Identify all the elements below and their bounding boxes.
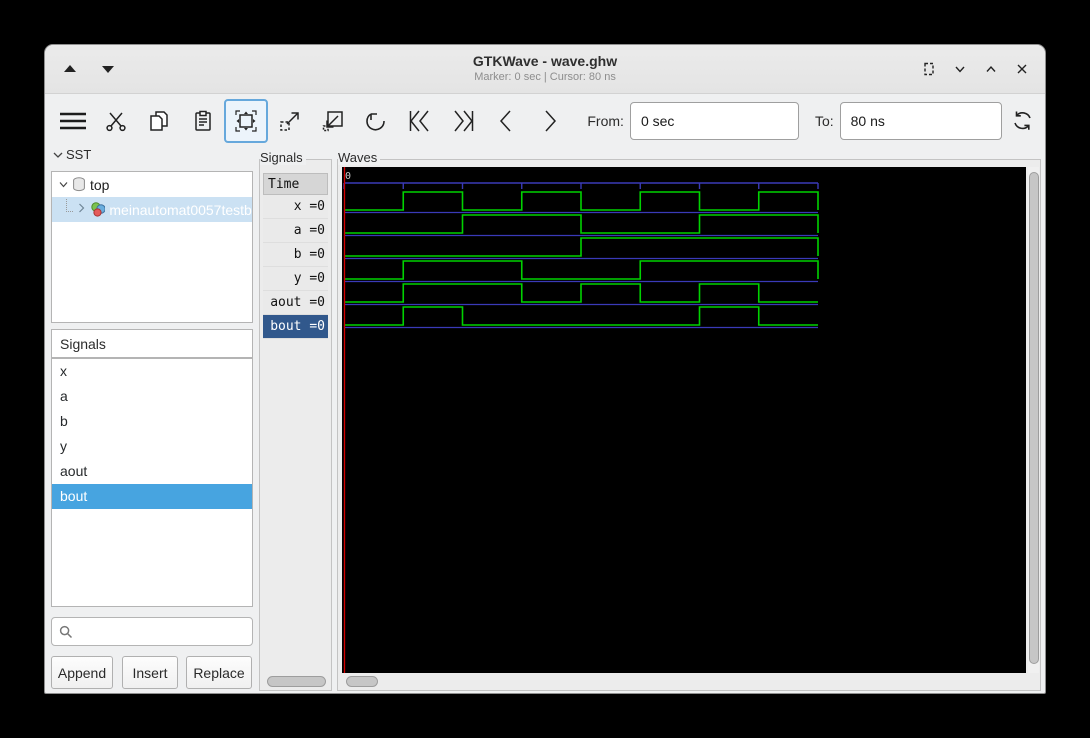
tree-node-label: meinautomat0057testbe [109,201,253,218]
tree-node-label: top [90,176,110,193]
sst-section-header[interactable]: SST [53,147,91,162]
wave-canvas: 0 [343,167,819,673]
tree-branch-line [66,199,73,212]
signal-list-header[interactable]: Signals [51,329,253,358]
window-shade-up-icon[interactable] [61,60,79,78]
signal-value-row[interactable]: x =0 [263,195,328,219]
toolbar: From: To: [45,94,1045,147]
tree-node-module[interactable]: meinautomat0057testbe [52,197,252,222]
chevron-down-icon[interactable] [58,179,68,191]
expander-icon [53,152,63,158]
from-label: From: [587,112,624,129]
from-input[interactable] [629,101,799,140]
cut-traces-button[interactable] [94,99,137,143]
insert-button[interactable]: Insert [122,656,178,689]
copy-icon [150,110,169,131]
list-item[interactable]: aout [52,459,252,484]
zoom-in-button[interactable] [268,99,311,143]
signal-list-header-label: Signals [60,335,106,352]
shift-right-button[interactable] [528,99,571,143]
signal-value-row[interactable]: y =0 [263,267,328,291]
append-button[interactable]: Append [51,656,113,689]
signals-frame-label: Signals [260,151,306,165]
wave-display[interactable]: 0 [342,167,1026,673]
svg-text:0: 0 [345,171,351,182]
signal-value-row[interactable]: aout =0 [263,291,328,315]
marker-cursor-status: Marker: 0 sec | Cursor: 80 ns [474,71,616,83]
waves-hscrollbar[interactable] [346,676,378,687]
zoom-fit-icon [235,109,257,132]
chevron-right-icon[interactable] [77,203,87,216]
paste-icon [195,110,211,131]
gtkwave-window: GTKWave - wave.ghw Marker: 0 sec | Curso… [44,44,1046,694]
list-item[interactable]: x [52,359,252,384]
to-label: To: [814,112,834,129]
cut-icon [106,112,126,131]
time-column-header[interactable]: Time [263,173,328,195]
signal-value-row[interactable]: a =0 [263,219,328,243]
top-node-icon [73,177,85,192]
chevron-up-icon[interactable] [982,60,1000,78]
shift-left-icon [500,109,511,132]
menu-icon [59,112,86,129]
zoom-to-start-button[interactable] [398,99,441,143]
paste-traces-button[interactable] [181,99,224,143]
list-item[interactable]: b [52,409,252,434]
zoom-undo-icon [366,112,386,130]
list-item[interactable]: a [52,384,252,409]
zoom-in-icon [279,111,299,131]
chevron-down-icon[interactable] [951,60,969,78]
replace-button[interactable]: Replace [186,656,252,689]
sst-tree: top meinautomat0057testbe [51,171,253,323]
waves-panel: Waves 0 [337,151,1041,691]
search-icon [59,625,73,638]
signal-value-row[interactable]: b =0 [263,243,328,267]
copy-traces-button[interactable] [138,99,181,143]
signal-value-rows: x =0 a =0 b =0 y =0 aout =0 bout =0 [263,195,328,339]
menu-button[interactable] [51,99,94,143]
list-item-selected[interactable]: bout [52,484,252,509]
window-shade-down-icon[interactable] [99,60,117,78]
waves-vscrollbar[interactable] [1029,172,1039,664]
signal-value-row-selected[interactable]: bout =0 [263,315,328,339]
module-icon [91,202,106,217]
reload-icon [1014,111,1032,130]
zoom-out-icon [322,110,343,131]
waves-vscrollbar-track[interactable] [1028,167,1039,673]
close-icon[interactable] [1013,60,1031,78]
zoom-out-button[interactable] [311,99,354,143]
signals-values-panel: Signals Time x =0 a =0 b =0 y =0 aout =0… [259,151,332,691]
zoom-fit-button[interactable] [224,98,268,143]
signal-search-input[interactable] [51,617,253,646]
reload-button[interactable] [1002,99,1045,143]
window-title: GTKWave - wave.ghw [472,53,618,69]
to-input[interactable] [839,101,1002,140]
titlebar[interactable]: GTKWave - wave.ghw Marker: 0 sec | Curso… [45,45,1045,94]
list-item[interactable]: y [52,434,252,459]
sst-label: SST [66,147,92,162]
maximize-icon[interactable] [920,60,938,78]
zoom-undo-button[interactable] [355,99,398,143]
zoom-to-end-button[interactable] [441,99,484,143]
shift-left-button[interactable] [485,99,528,143]
to-end-icon [454,110,474,131]
signals-hscrollbar[interactable] [267,676,326,687]
waves-frame-label: Waves [338,151,381,165]
to-start-icon [409,110,429,131]
tree-node-top[interactable]: top [52,172,252,197]
desktop-background: GTKWave - wave.ghw Marker: 0 sec | Curso… [0,0,1090,738]
shift-right-icon [545,109,556,132]
signal-list: x a b y aout bout [51,358,253,607]
